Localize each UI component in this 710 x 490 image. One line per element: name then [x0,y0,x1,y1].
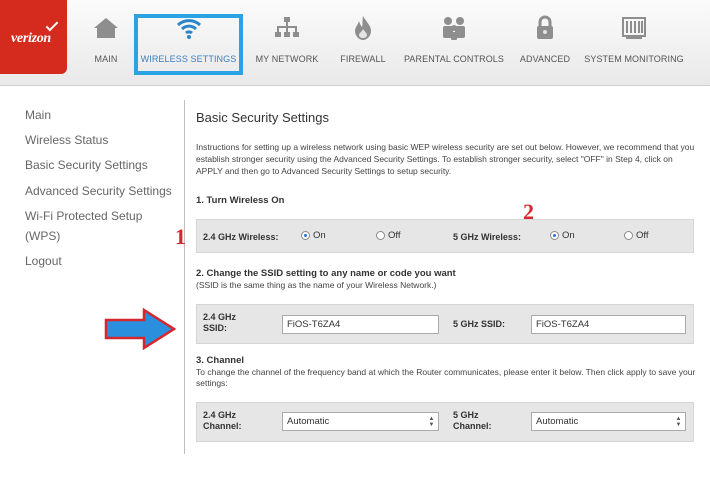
sidebar: Main Wireless Status Basic Security Sett… [0,100,185,274]
channel-5-label-line1: 5 GHz [453,410,479,420]
wireless-24-off-radio[interactable]: Off [376,230,401,241]
ssid-panel: 2.4 GHz SSID: 5 GHz SSID: [196,304,694,344]
ssid-24-label-line2: SSID: [203,323,228,333]
step3-title: 3. Channel [196,355,245,366]
radio-unchecked-icon [376,231,385,240]
nav-label: SYSTEM MONITORING [584,54,684,64]
nav-label: MY NETWORK [255,54,319,64]
nav-my-network[interactable]: MY NETWORK [255,14,319,74]
wireless-5-off-radio[interactable]: Off [624,230,649,241]
ssid-24-label: 2.4 GHz SSID: [203,312,236,334]
annotation-number-2: 2 [523,199,534,224]
nav-advanced[interactable]: ADVANCED [519,14,571,74]
wifi-icon [174,14,204,42]
sidebar-item-wireless-status[interactable]: Wireless Status [25,131,108,149]
channel-panel: 2.4 GHz Channel: Automatic ▲ ▼ 5 GHz Chan… [196,402,694,442]
sidebar-item-main[interactable]: Main [25,106,51,124]
ssid-5-label: 5 GHz SSID: [453,319,506,329]
nav-label: ADVANCED [519,54,571,64]
wireless-24-label: 2.4 GHz Wireless: [203,232,279,242]
sidebar-divider [184,274,185,454]
nav-label: PARENTAL CONTROLS [403,54,505,64]
annotation-number-1: 1 [175,224,186,249]
ssid-5-input[interactable] [531,315,686,334]
radio-checked-icon [550,231,559,240]
lock-icon [530,14,560,42]
sidebar-item-basic-security[interactable]: Basic Security Settings [25,156,148,174]
page-title: Basic Security Settings [196,110,329,125]
radio-label: On [562,230,575,241]
step2-subtitle: (SSID is the same thing as the name of y… [196,280,437,290]
home-icon [91,14,121,42]
radio-label: On [313,230,326,241]
verizon-logo[interactable]: verizon [0,0,67,74]
nav-system-monitoring[interactable]: SYSTEM MONITORING [584,14,684,74]
step2-title: 2. Change the SSID setting to any name o… [196,268,456,279]
step3-subtitle: To change the channel of the frequency b… [196,367,696,388]
updown-arrows-icon: ▲ ▼ [428,416,435,428]
radio-checked-icon [301,231,310,240]
nav-parental-controls[interactable]: PARENTAL CONTROLS [404,14,504,74]
family-icon [439,14,469,42]
logo-text: verizon [11,31,51,46]
channel-5-select[interactable]: Automatic ▲ ▼ [531,412,686,431]
radio-label: Off [636,230,649,241]
ssid-24-input[interactable] [282,315,439,334]
channel-24-value: Automatic [287,416,330,427]
nav-label: WIRELESS SETTINGS [140,54,237,64]
channel-24-label: 2.4 GHz Channel: [203,410,242,432]
annotation-arrow-icon [104,308,176,350]
step1-title: 1. Turn Wireless On [196,195,285,206]
channel-5-label-line2: Channel: [453,421,492,431]
nav-label: FIREWALL [340,54,386,64]
channel-24-label-line1: 2.4 GHz [203,410,237,420]
sidebar-item-wps-suffix[interactable]: (WPS) [25,227,60,245]
radio-label: Off [388,230,401,241]
nav-wireless-settings[interactable]: WIRELESS SETTINGS [138,14,239,74]
wireless-5-label: 5 GHz Wireless: [453,232,521,242]
intro-text: Instructions for setting up a wireless n… [196,142,695,176]
monitor-icon [619,14,649,42]
sidebar-item-wps[interactable]: Wi-Fi Protected Setup [25,207,142,225]
sidebar-item-advanced-security[interactable]: Advanced Security Settings [25,182,172,200]
check-mark-icon [45,18,59,32]
channel-24-select[interactable]: Automatic ▲ ▼ [282,412,439,431]
radio-unchecked-icon [624,231,633,240]
nav-main[interactable]: MAIN [88,14,124,74]
flame-icon [348,14,378,42]
top-navigation: verizon MAIN WIRELESS SETTINGS MY NETWOR… [0,0,710,86]
nav-label: MAIN [94,54,118,64]
wireless-5-on-radio[interactable]: On [550,230,575,241]
nav-firewall[interactable]: FIREWALL [338,14,388,74]
channel-5-label: 5 GHz Channel: [453,410,492,432]
channel-5-value: Automatic [536,416,579,427]
network-icon [272,14,302,42]
wireless-on-panel: 2.4 GHz Wireless: On Off 5 GHz Wireless:… [196,219,694,253]
channel-24-label-line2: Channel: [203,421,242,431]
wireless-24-on-radio[interactable]: On [301,230,326,241]
ssid-24-label-line1: 2.4 GHz [203,312,237,322]
sidebar-item-logout[interactable]: Logout [25,252,62,270]
updown-arrows-icon: ▲ ▼ [675,416,682,428]
